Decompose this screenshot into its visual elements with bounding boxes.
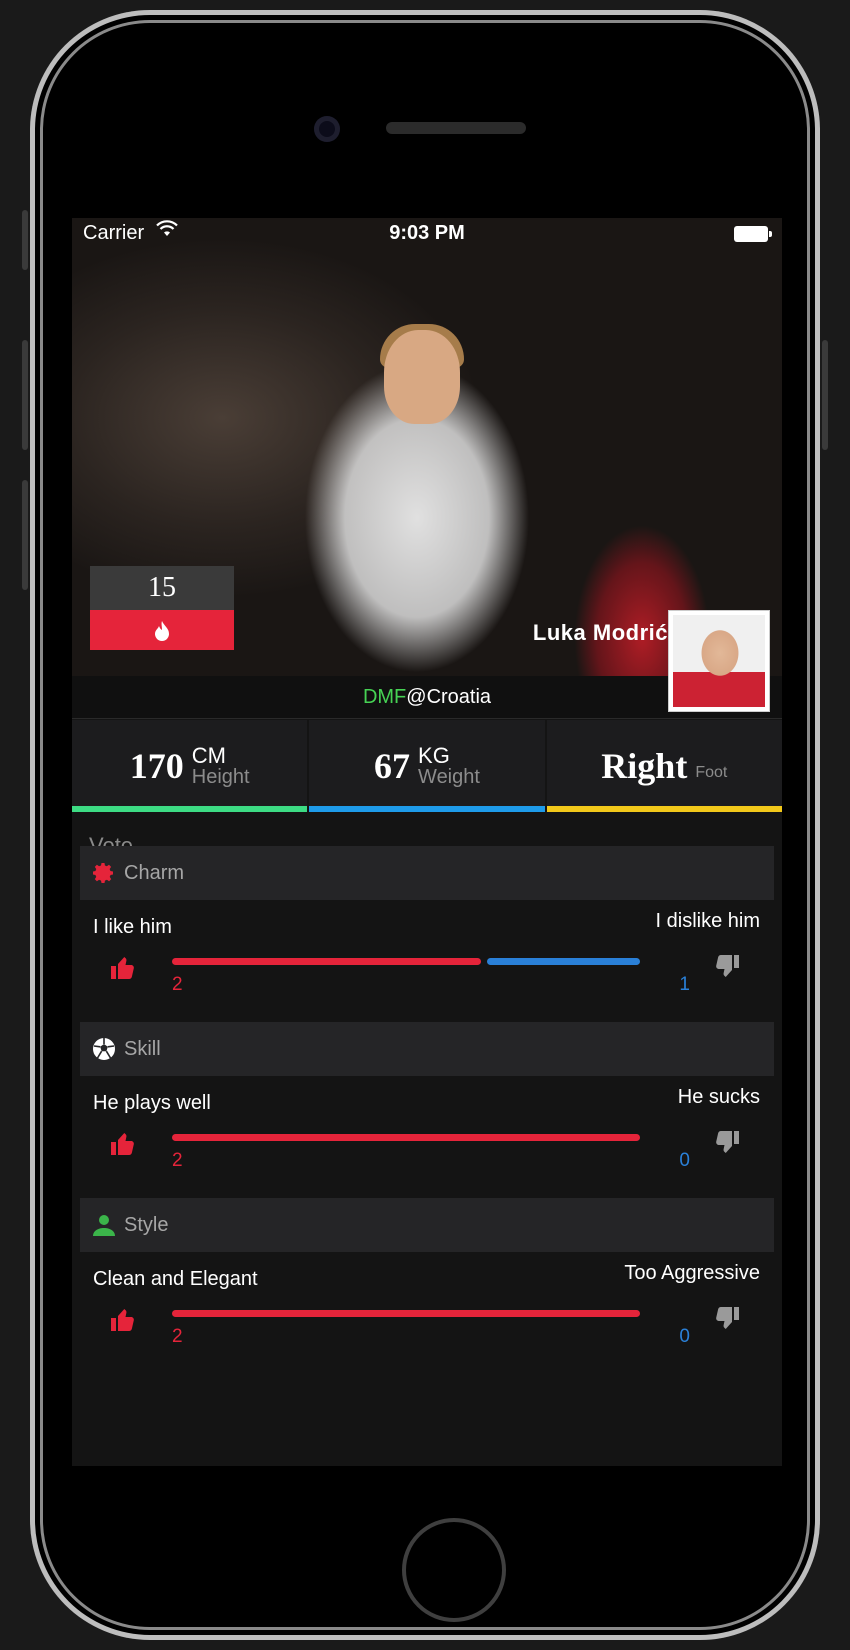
volume-down-button	[22, 480, 28, 590]
rank-badge[interactable]: 15	[90, 566, 234, 650]
vote-section-skill: Skill He plays well He sucks 2 0	[80, 1022, 774, 1198]
vote-header-style: Style	[80, 1198, 774, 1252]
weight-unit: KG	[418, 743, 450, 768]
dislike-bar	[487, 958, 640, 965]
like-count: 2	[172, 1326, 183, 1347]
weight-value: 67	[374, 746, 411, 786]
rank-number: 15	[90, 566, 234, 610]
thumbs-down-icon[interactable]	[714, 954, 740, 985]
like-bar	[172, 1310, 640, 1317]
dislike-text: Too Aggressive	[624, 1262, 760, 1284]
player-avatar-photo	[673, 615, 765, 707]
vote-progress-bar	[172, 958, 640, 965]
foot-label: Foot	[695, 764, 728, 781]
thumbs-up-icon[interactable]	[110, 956, 136, 987]
height-labels: CM Height	[191, 743, 250, 788]
thumbs-down-icon[interactable]	[714, 1306, 740, 1337]
vote-header-skill: Skill	[80, 1022, 774, 1076]
player-avatar[interactable]	[668, 610, 770, 712]
foot-accent-bar	[546, 806, 782, 812]
vote-progress-bar	[172, 1134, 640, 1141]
dislike-text: I dislike him	[655, 910, 760, 932]
person-icon	[92, 1213, 116, 1237]
position-code: DMF	[362, 686, 407, 708]
status-bar: Carrier 9:03 PM	[72, 218, 782, 258]
vote-header-charm: Charm	[80, 846, 774, 900]
vote-body-skill: He plays well He sucks 2 0	[80, 1076, 774, 1198]
height-accent-bar	[72, 806, 308, 812]
like-bar	[172, 1134, 640, 1141]
dislike-text: He sucks	[677, 1086, 760, 1108]
like-count: 2	[172, 1150, 183, 1171]
power-button	[822, 340, 828, 450]
vote-section-style: Style Clean and Elegant Too Aggressive 2…	[80, 1198, 774, 1374]
height-label: Height	[191, 766, 250, 788]
flame-icon	[90, 610, 234, 650]
dislike-count: 0	[679, 1326, 690, 1347]
height-value: 170	[129, 746, 184, 786]
battery-icon	[734, 226, 772, 242]
vote-section-charm: Charm I like him I dislike him 2 1	[80, 846, 774, 1022]
stat-height: 170 CM Height	[72, 720, 308, 812]
foot-value: Right	[601, 746, 688, 786]
height-unit: CM	[191, 743, 226, 768]
weight-accent-bar	[309, 806, 545, 812]
thumbs-up-icon[interactable]	[110, 1308, 136, 1339]
gear-icon	[92, 861, 116, 885]
volume-up-button	[22, 340, 28, 450]
player-name: Luka Modrić	[532, 620, 668, 645]
app-screen: Carrier 9:03 PM 15 Luka Modrić DMF@Croat…	[72, 218, 782, 1466]
home-button[interactable]	[402, 1518, 506, 1622]
position-team: @Croatia	[406, 686, 492, 708]
like-bar	[172, 958, 481, 965]
vote-category-label: Charm	[124, 861, 185, 884]
stat-foot: Right Foot	[546, 720, 782, 812]
earpiece-speaker	[386, 122, 526, 134]
stats-row: 170 CM Height 67 KG Weight Right Foot	[72, 720, 782, 812]
like-count: 2	[172, 974, 183, 995]
status-time: 9:03 PM	[389, 222, 465, 244]
like-text: He plays well	[93, 1092, 211, 1114]
vote-progress-bar	[172, 1310, 640, 1317]
front-camera	[314, 116, 340, 142]
vote-category-label: Skill	[124, 1037, 161, 1060]
like-text: I like him	[93, 916, 172, 938]
hero-player-head	[384, 330, 460, 424]
stat-weight: 67 KG Weight	[309, 720, 545, 812]
thumbs-up-icon[interactable]	[110, 1132, 136, 1163]
soccer-ball-icon	[92, 1037, 116, 1061]
vote-category-label: Style	[124, 1213, 169, 1236]
dislike-count: 1	[679, 974, 690, 995]
weight-labels: KG Weight	[418, 743, 480, 788]
mute-switch	[22, 210, 28, 270]
like-text: Clean and Elegant	[93, 1268, 258, 1290]
vote-body-style: Clean and Elegant Too Aggressive 2 0	[80, 1252, 774, 1374]
vote-body-charm: I like him I dislike him 2 1	[80, 900, 774, 1022]
thumbs-down-icon[interactable]	[714, 1130, 740, 1161]
dislike-count: 0	[679, 1150, 690, 1171]
weight-label: Weight	[418, 766, 480, 788]
